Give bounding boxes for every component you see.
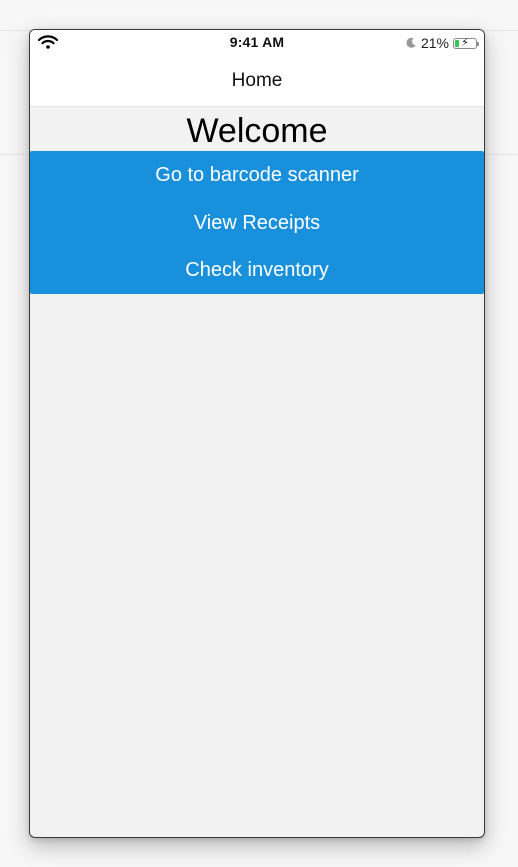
page-title: Home: [231, 70, 283, 91]
barcode-scanner-button[interactable]: Go to barcode scanner: [30, 151, 484, 199]
battery-charging-icon: ⚡: [453, 36, 479, 49]
status-indicators: 21% ⚡: [405, 34, 479, 52]
navigation-bar: Home: [30, 56, 484, 107]
welcome-heading: Welcome: [186, 112, 328, 150]
status-bar: 9:41 AM 21% ⚡: [30, 30, 484, 56]
bolt-icon: ⚡: [461, 36, 469, 49]
view-receipts-button[interactable]: View Receipts: [30, 199, 484, 247]
action-menu: Go to barcode scanner View Receipts Chec…: [30, 151, 484, 294]
check-inventory-button[interactable]: Check inventory: [30, 246, 484, 294]
phone-screen: 9:41 AM 21% ⚡ Home Welcome Go to barcode…: [29, 29, 485, 838]
battery-percentage: 21%: [420, 35, 449, 51]
moon-icon: [406, 37, 416, 48]
